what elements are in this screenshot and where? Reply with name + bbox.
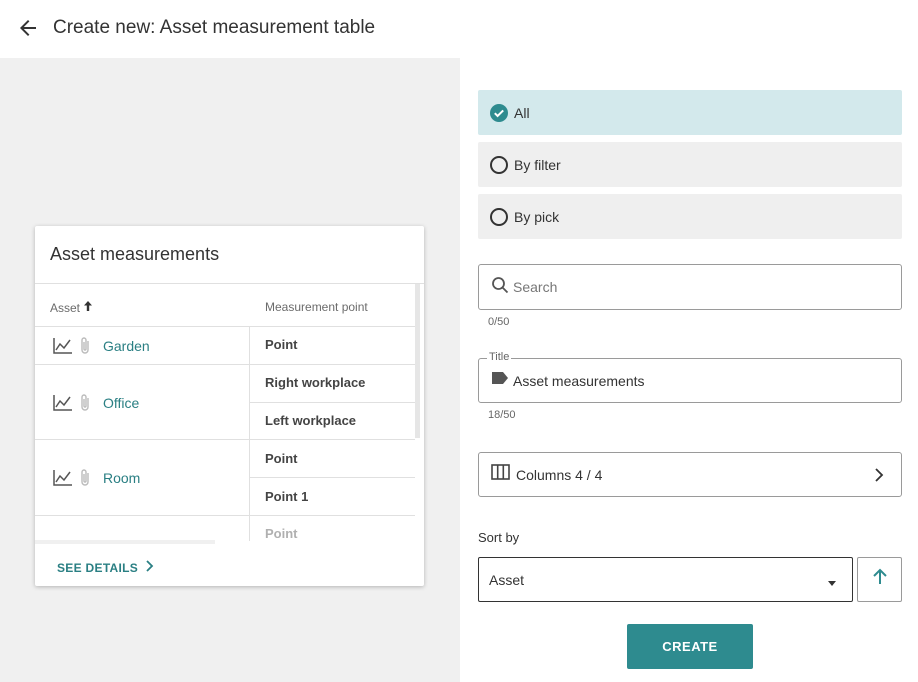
radio-circle-icon <box>490 207 508 226</box>
sort-label: Sort by <box>478 530 520 545</box>
columns-icon <box>491 464 510 485</box>
column-header-asset[interactable]: Asset <box>50 300 94 315</box>
chart-line-icon[interactable] <box>52 336 74 356</box>
title-field[interactable]: Title <box>478 351 902 403</box>
scope-option-label: By pick <box>514 208 560 225</box>
sort-arrow-up-icon <box>82 300 94 315</box>
table-row: Office <box>35 365 249 440</box>
scroll-fade <box>35 540 215 544</box>
measurement-point-cell: Point 1 <box>265 489 309 504</box>
preview-card: Asset measurements Asset Measurement poi… <box>35 226 424 586</box>
label-tag-icon <box>491 371 509 390</box>
see-details-link[interactable]: SEE DETAILS <box>57 560 154 575</box>
caret-down-icon <box>826 576 838 588</box>
measurement-point-cell: Point <box>265 337 298 352</box>
chevron-right-icon <box>144 560 154 575</box>
attachment-icon[interactable] <box>78 393 94 413</box>
search-field[interactable] <box>478 264 902 310</box>
measurement-point-cell: Point <box>265 526 298 541</box>
divider <box>249 477 415 478</box>
table-row: Garden <box>35 327 249 365</box>
scope-option-label: All <box>514 104 530 121</box>
sort-direction-button[interactable] <box>857 557 902 602</box>
back-arrow-icon[interactable] <box>16 16 40 40</box>
title-legend: Title <box>487 351 512 363</box>
divider <box>249 327 250 541</box>
asset-link-garden[interactable]: Garden <box>103 338 150 354</box>
create-button[interactable]: CREATE <box>627 624 753 669</box>
scope-option-all[interactable]: All <box>478 90 902 135</box>
measurement-point-cell: Right workplace <box>265 375 366 390</box>
attachment-icon[interactable] <box>78 336 94 356</box>
search-icon <box>491 276 509 299</box>
chart-line-icon[interactable] <box>52 393 74 413</box>
check-circle-icon <box>490 103 508 122</box>
columns-label: Columns 4 / 4 <box>516 466 603 483</box>
scrollbar[interactable] <box>415 284 420 438</box>
search-input[interactable] <box>513 279 873 295</box>
attachment-icon[interactable] <box>78 468 94 488</box>
title-counter: 18/50 <box>488 409 516 421</box>
scope-option-by-filter[interactable]: By filter <box>478 142 902 187</box>
asset-link-office[interactable]: Office <box>103 395 139 411</box>
divider <box>35 515 415 516</box>
title-input[interactable] <box>513 372 873 389</box>
scope-option-label: By filter <box>514 156 561 173</box>
radio-circle-icon <box>490 155 508 174</box>
page-title: Create new: Asset measurement table <box>53 17 376 38</box>
column-header-measurement-point[interactable]: Measurement point <box>265 300 368 314</box>
arrow-up-icon <box>871 568 889 591</box>
scope-option-by-pick[interactable]: By pick <box>478 194 902 239</box>
sort-value: Asset <box>489 571 525 588</box>
card-title: Asset measurements <box>50 244 220 264</box>
columns-button[interactable]: Columns 4 / 4 <box>478 452 902 497</box>
search-counter: 0/50 <box>488 316 510 328</box>
measurement-point-cell: Point <box>265 451 298 466</box>
chart-line-icon[interactable] <box>52 468 74 488</box>
divider <box>249 402 415 403</box>
asset-link-room[interactable]: Room <box>103 470 140 486</box>
table-row: Room <box>35 440 249 516</box>
chevron-right-icon <box>869 465 889 485</box>
divider <box>35 283 424 284</box>
page-header: Create new: Asset measurement table <box>0 0 918 58</box>
measurement-point-cell: Left workplace <box>265 413 357 428</box>
sort-select[interactable]: Asset <box>478 557 853 602</box>
